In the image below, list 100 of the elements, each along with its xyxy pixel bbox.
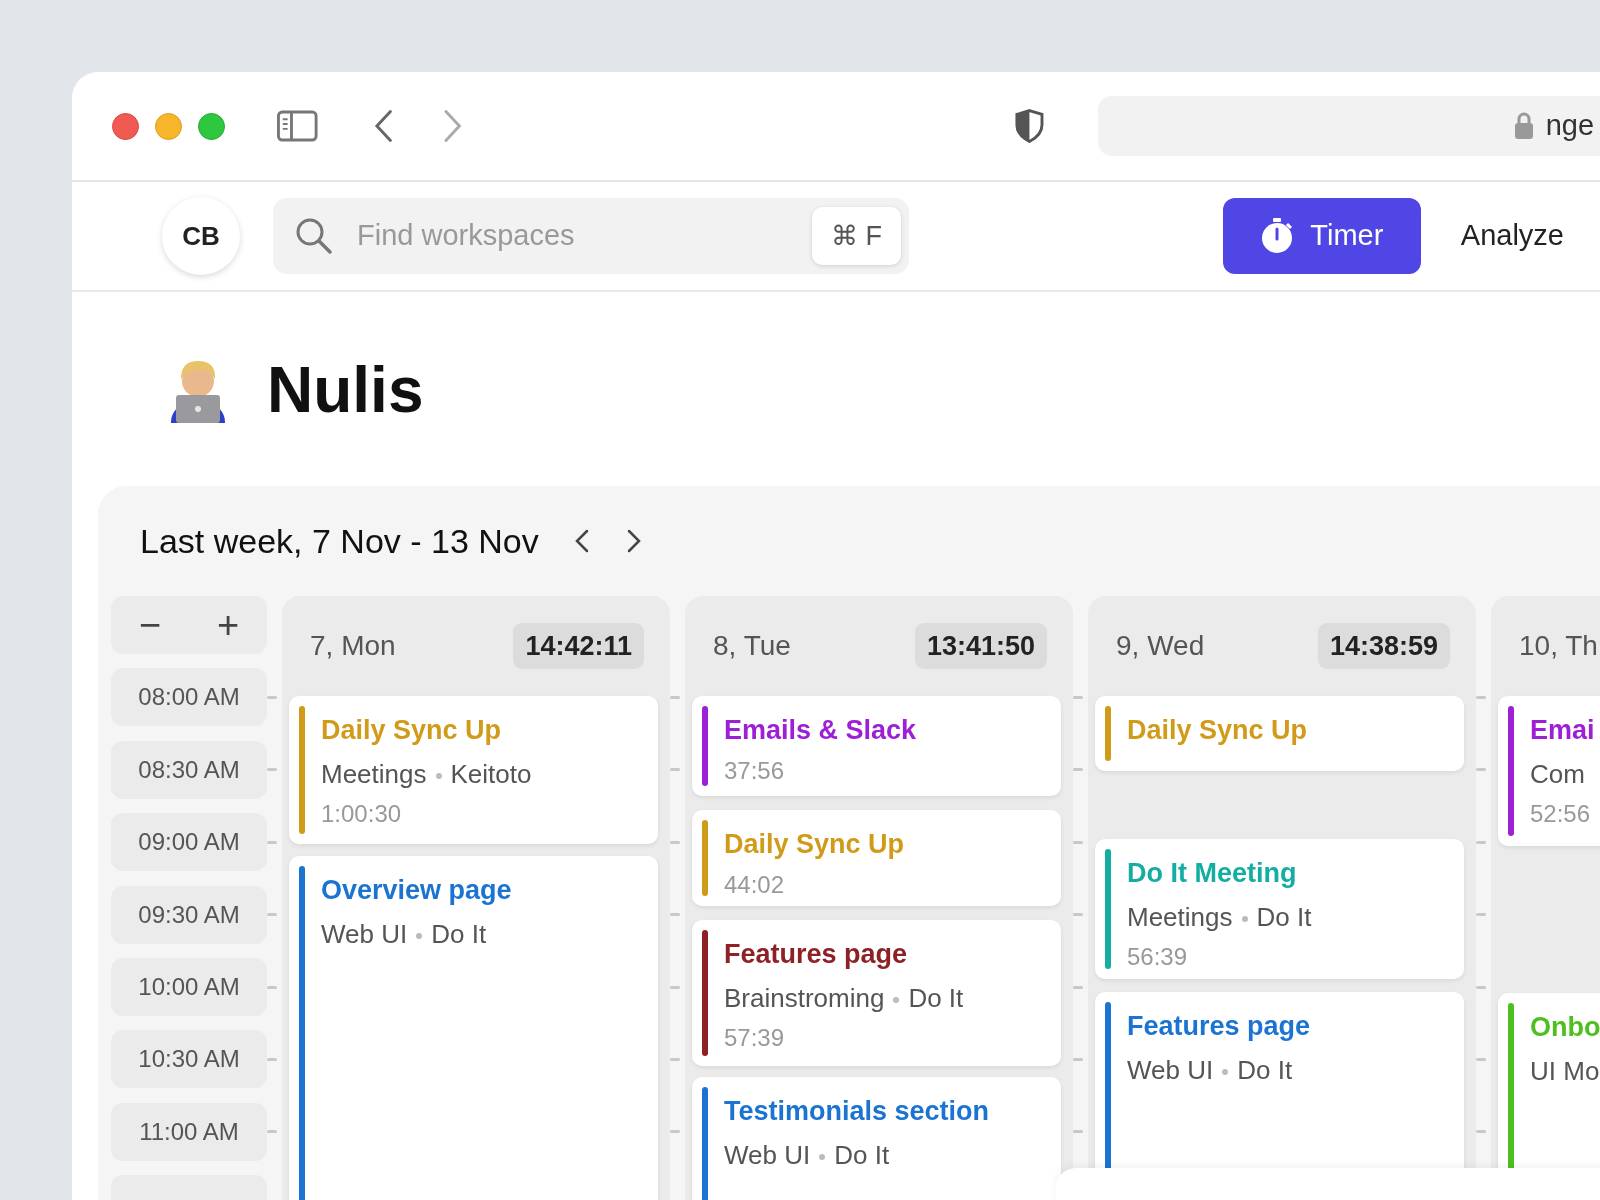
separator-dot <box>435 772 442 779</box>
project-name: Web UI <box>321 918 408 949</box>
time-tick <box>1073 840 1083 844</box>
day-label: 7, Mon <box>310 629 396 663</box>
stopwatch-icon <box>1260 218 1295 254</box>
time-tick <box>1476 985 1486 989</box>
address-bar[interactable]: nge <box>1098 96 1600 156</box>
time-tick <box>1476 840 1486 844</box>
event-card[interactable]: Daily Sync Up Meetings Keitoto 1:00:30 <box>289 696 658 844</box>
time-tick <box>670 840 680 844</box>
time-tick <box>1073 1130 1083 1134</box>
time-tick <box>1073 696 1083 699</box>
time-label: 09:00 AM <box>111 813 267 872</box>
event-duration: 1:00:30 <box>321 799 403 829</box>
time-tick <box>1476 913 1486 917</box>
event-title: Daily Sync Up <box>321 714 503 747</box>
time-tick <box>1073 768 1083 772</box>
time-tick <box>1476 1130 1486 1134</box>
time-tick <box>267 1057 277 1061</box>
time-tick <box>670 913 680 917</box>
sidebar-icon[interactable] <box>277 110 318 142</box>
event-duration: 44:02 <box>724 870 786 900</box>
time-tick <box>1073 913 1083 917</box>
analyze-link[interactable]: Analyze <box>1460 214 1564 258</box>
event-card[interactable]: Testimonials section Web UI Do It <box>692 1077 1061 1200</box>
time-tick <box>267 985 277 989</box>
event-card[interactable]: Emails & Slack 37:56 <box>692 696 1061 796</box>
event-title: Onbo <box>1530 1011 1600 1044</box>
time-tick <box>1073 985 1083 989</box>
day-label: 9, Wed <box>1116 629 1205 663</box>
time-tick <box>1476 696 1486 699</box>
maximize-button[interactable] <box>198 112 225 140</box>
client-name: Do It <box>431 918 487 949</box>
event-title: Daily Sync Up <box>724 828 906 861</box>
event-duration: 52:56 <box>1530 799 1592 829</box>
day-total: 13:41:50 <box>914 622 1047 670</box>
event-duration: 56:39 <box>1127 942 1189 972</box>
event-card[interactable]: Emai Com 52:56 <box>1498 696 1600 846</box>
shield-icon[interactable] <box>1014 108 1046 144</box>
chevron-right-icon <box>626 529 641 554</box>
time-label: 09:30 AM <box>111 885 267 944</box>
project-name: Web UI <box>724 1139 811 1170</box>
search-icon <box>295 217 333 255</box>
time-tick <box>267 913 277 917</box>
time-label: 10:00 AM <box>111 957 267 1016</box>
search-field[interactable]: Find workspaces <box>355 213 775 259</box>
project-name: Com <box>1530 758 1585 789</box>
time-label: 08:30 AM <box>111 740 267 799</box>
project-name: UI Mo <box>1530 1055 1600 1086</box>
time-tick <box>267 1130 277 1134</box>
client-name: Do It <box>1256 901 1312 932</box>
zoom-in-button[interactable]: + <box>198 605 258 645</box>
avatar[interactable]: CB <box>162 197 240 275</box>
project-name: Brainstroming <box>724 982 885 1013</box>
time-tick <box>670 1057 680 1061</box>
week-title: Last week, 7 Nov - 13 Nov <box>140 520 539 562</box>
event-duration: 57:39 <box>724 1023 786 1053</box>
day-label: 10, Th <box>1519 629 1598 663</box>
shortcut-hint: ⌘ F <box>812 207 901 265</box>
time-tick <box>670 768 680 772</box>
event-card[interactable]: Overview page Web UI Do It <box>289 856 658 1200</box>
event-title: Features page <box>1127 1010 1312 1043</box>
time-tick <box>267 768 277 772</box>
time-tick <box>1476 1057 1486 1061</box>
time-tick <box>670 696 680 699</box>
project-name: Web UI <box>1127 1054 1214 1085</box>
event-duration: 37:56 <box>724 756 786 786</box>
project-name: Meetings <box>1127 901 1233 932</box>
event-title: Testimonials section <box>724 1095 991 1128</box>
time-label: 10:30 AM <box>111 1030 267 1089</box>
timer-button[interactable]: Timer <box>1222 198 1421 274</box>
separator-dot <box>893 996 900 1003</box>
time-label: 08:00 AM <box>111 668 267 727</box>
separator-dot <box>416 932 423 939</box>
event-title: Emai <box>1530 714 1596 747</box>
client-name: Do It <box>908 982 964 1013</box>
client-name: Do It <box>834 1139 890 1170</box>
event-title: Emails & Slack <box>724 714 918 747</box>
separator-dot <box>819 1153 826 1160</box>
zoom-out-button[interactable]: − <box>120 605 180 645</box>
back-icon[interactable] <box>373 109 393 143</box>
close-button[interactable] <box>112 112 139 140</box>
time-tick <box>670 985 680 989</box>
time-tick <box>1073 1057 1083 1061</box>
event-card[interactable]: Features page Brainstroming Do It 57:39 <box>692 920 1061 1066</box>
project-name: Meetings <box>321 758 427 789</box>
time-tick <box>267 696 277 699</box>
workspace-title: Nulis <box>267 353 424 428</box>
event-title: Features page <box>724 938 909 971</box>
day-total: 14:42:11 <box>513 622 644 670</box>
day-label: 8, Tue <box>713 629 791 663</box>
event-title: Daily Sync Up <box>1127 714 1309 747</box>
chevron-left-icon <box>574 529 589 554</box>
search-bar[interactable]: Find workspaces ⌘ F <box>273 198 909 274</box>
forward-icon[interactable] <box>442 109 463 143</box>
day-total: 14:38:59 <box>1317 622 1450 670</box>
event-card[interactable]: Do It Meeting Meetings Do It 56:39 <box>1095 839 1464 979</box>
event-title: Overview page <box>321 874 513 907</box>
event-title: Do It Meeting <box>1127 857 1298 890</box>
client-name: Do It <box>1237 1054 1293 1085</box>
